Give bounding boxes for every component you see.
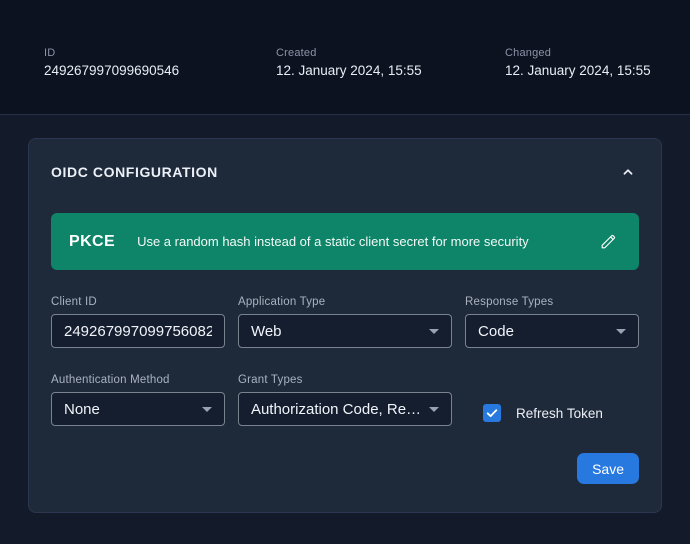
grant-types-label: Grant Types [238,374,452,386]
refresh-token-field-group: Refresh Token [465,400,639,426]
meta-changed-value: 12. January 2024, 15:55 [505,63,651,78]
chevron-up-icon [620,164,636,180]
save-button[interactable]: Save [577,453,639,484]
grant-types-value: Authorization Code, Re… [251,401,421,418]
application-type-field-group: Application Type Web [238,296,452,348]
application-type-value: Web [251,323,282,340]
edit-auth-method-button[interactable] [595,229,621,255]
meta-changed-label: Changed [505,47,651,59]
chevron-down-icon [616,329,626,334]
auth-method-select[interactable]: None [51,392,225,426]
meta-created-value: 12. January 2024, 15:55 [276,63,505,78]
response-types-field-group: Response Types Code [465,296,639,348]
oidc-config-card: OIDC CONFIGURATION PKCE Use a random has… [28,138,662,513]
section-title: OIDC CONFIGURATION [51,164,218,180]
actions-row: Save [51,453,639,484]
meta-created-label: Created [276,47,505,59]
oidc-form: Client ID Application Type Web Response … [51,296,639,426]
auth-method-value: None [64,401,100,418]
client-id-input[interactable] [51,314,225,348]
refresh-token-label[interactable]: Refresh Token [516,406,603,421]
response-types-label: Response Types [465,296,639,308]
chevron-down-icon [429,407,439,412]
pencil-icon [599,232,618,251]
checkmark-icon [485,406,499,420]
pkce-description: Use a random hash instead of a static cl… [137,234,595,249]
response-types-select[interactable]: Code [465,314,639,348]
client-id-label: Client ID [51,296,225,308]
application-type-label: Application Type [238,296,452,308]
grant-types-field-group: Grant Types Authorization Code, Re… [238,374,452,426]
meta-id: ID 249267997099690546 [44,47,276,114]
meta-changed: Changed 12. January 2024, 15:55 [505,47,651,114]
meta-id-label: ID [44,47,276,59]
pkce-banner: PKCE Use a random hash instead of a stat… [51,213,639,270]
auth-method-label: Authentication Method [51,374,225,386]
detail-header: ID 249267997099690546 Created 12. Januar… [0,0,690,115]
application-type-select[interactable]: Web [238,314,452,348]
grant-types-select[interactable]: Authorization Code, Re… [238,392,452,426]
collapse-button[interactable] [617,161,639,183]
client-id-field-group: Client ID [51,296,225,348]
meta-created: Created 12. January 2024, 15:55 [276,47,505,114]
refresh-token-checkbox[interactable] [483,404,501,422]
meta-id-value: 249267997099690546 [44,63,276,78]
auth-method-field-group: Authentication Method None [51,374,225,426]
response-types-value: Code [478,323,514,340]
card-header: OIDC CONFIGURATION [51,161,639,183]
pkce-badge: PKCE [69,233,115,251]
chevron-down-icon [202,407,212,412]
chevron-down-icon [429,329,439,334]
